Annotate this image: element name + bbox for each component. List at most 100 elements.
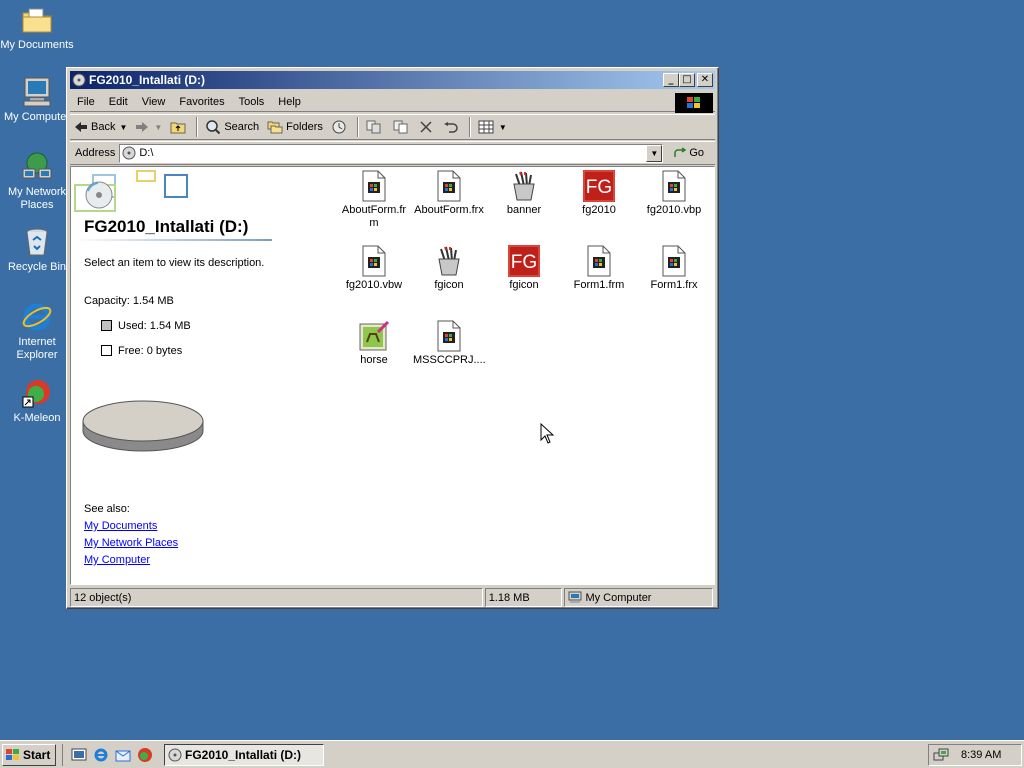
- svg-text:FG: FG: [586, 177, 612, 198]
- go-button[interactable]: Go: [673, 147, 704, 159]
- outlook-express-icon[interactable]: [115, 747, 131, 763]
- menu-view[interactable]: View: [135, 96, 173, 108]
- address-dropdown-button[interactable]: ▼: [646, 144, 663, 162]
- recycle-bin-icon: [26, 228, 48, 256]
- desktop-icon-internet-explorer[interactable]: Internet Explorer: [0, 301, 74, 362]
- folder-documents-icon: [22, 8, 52, 33]
- clock[interactable]: 8:39 AM: [961, 749, 1001, 761]
- file-item[interactable]: FG fgicon: [488, 245, 560, 292]
- file-item[interactable]: fg2010.vbp: [638, 170, 710, 217]
- status-bar: 12 object(s) 1.18 MB My Computer: [70, 588, 715, 607]
- paint-bucket-icon: [438, 246, 460, 276]
- history-button[interactable]: [327, 116, 354, 138]
- see-also-label: See also:: [84, 503, 130, 515]
- move-to-button[interactable]: [362, 116, 389, 138]
- menu-file[interactable]: File: [70, 96, 102, 108]
- history-icon: [332, 120, 346, 134]
- up-folder-button[interactable]: [166, 116, 193, 138]
- k-meleon-icon[interactable]: [137, 747, 153, 763]
- search-button[interactable]: Search: [201, 116, 263, 138]
- internet-explorer-icon[interactable]: [93, 747, 109, 763]
- minimize-button[interactable]: _: [663, 73, 679, 87]
- menu-tools[interactable]: Tools: [232, 96, 272, 108]
- k-meleon-icon: [22, 380, 50, 408]
- svg-text:FG: FG: [511, 252, 537, 273]
- back-arrow-icon: [75, 122, 87, 132]
- capacity-text: Capacity: 1.54 MB: [84, 295, 174, 307]
- desktop-icon-my-network-places[interactable]: My Network Places: [0, 151, 74, 212]
- forward-arrow-icon: [136, 122, 149, 132]
- file-item[interactable]: AboutForm.fr m: [338, 170, 410, 230]
- file-item[interactable]: Form1.frm: [563, 245, 635, 292]
- menu-edit[interactable]: Edit: [102, 96, 135, 108]
- folders-button[interactable]: Folders: [263, 116, 327, 138]
- file-item[interactable]: FG fg2010: [563, 170, 635, 217]
- file-item[interactable]: fgicon: [413, 245, 485, 292]
- menu-favorites[interactable]: Favorites: [172, 96, 231, 108]
- desktop-icon-my-documents[interactable]: My Documents: [0, 4, 74, 52]
- taskbar: Start FG2010_Intallati (D:) 8:39 AM: [0, 740, 1024, 768]
- desktop-icon-k-meleon[interactable]: K-Meleon: [0, 377, 74, 425]
- show-desktop-icon[interactable]: [71, 747, 87, 763]
- views-icon: [478, 120, 494, 134]
- chevron-down-icon: ▼: [498, 122, 507, 132]
- desktop-icon-recycle-bin[interactable]: Recycle Bin: [0, 226, 74, 274]
- file-name: Form1.frm: [573, 279, 625, 291]
- computer-icon: [568, 591, 582, 603]
- delete-button[interactable]: [416, 116, 439, 138]
- internet-explorer-icon: [22, 303, 52, 331]
- vb-file-icon: [362, 245, 386, 277]
- file-name: m: [369, 217, 379, 229]
- drive-icon: [122, 146, 136, 160]
- free-text: Free: 0 bytes: [118, 345, 183, 357]
- file-item[interactable]: horse: [338, 320, 410, 367]
- folders-icon: [267, 121, 283, 134]
- file-item[interactable]: banner: [488, 170, 560, 217]
- desktop-icon-label: Internet: [18, 336, 56, 348]
- address-value: D:\: [139, 147, 154, 159]
- title-bar[interactable]: FG2010_Intallati (D:) _ □ ✕: [70, 71, 715, 89]
- network-places-icon: [22, 152, 52, 179]
- chevron-down-icon: ▼: [119, 122, 128, 132]
- file-item[interactable]: AboutForm.frx: [413, 170, 485, 217]
- file-name: AboutForm.fr: [341, 204, 407, 216]
- status-zone: My Computer: [564, 588, 713, 607]
- go-arrow-icon: [674, 147, 687, 157]
- fg-app-icon: FG: [583, 170, 615, 202]
- computer-icon: [23, 77, 51, 107]
- chevron-down-icon: ▼: [154, 122, 163, 132]
- menu-help[interactable]: Help: [271, 96, 308, 108]
- views-button[interactable]: ▼: [474, 116, 511, 138]
- copy-to-button[interactable]: [389, 116, 416, 138]
- undo-button[interactable]: [439, 116, 466, 138]
- used-legend-swatch: [101, 320, 112, 331]
- link-my-computer[interactable]: My Computer: [84, 554, 150, 566]
- close-button[interactable]: ✕: [697, 73, 713, 87]
- taskbar-window-button[interactable]: FG2010_Intallati (D:): [164, 743, 324, 766]
- file-item[interactable]: Form1.frx: [638, 245, 710, 292]
- desktop-icon-label: My Network: [7, 186, 67, 198]
- link-my-network-places[interactable]: My Network Places: [84, 537, 178, 549]
- windows-logo-icon: [6, 748, 19, 760]
- start-button[interactable]: Start: [2, 743, 56, 766]
- toolbar-separator: [196, 117, 199, 137]
- explorer-window: FG2010_Intallati (D:) _ □ ✕ File Edit Vi…: [66, 67, 719, 609]
- file-name: MSSCCPRJ....: [413, 354, 486, 366]
- address-input[interactable]: D:\ ▼: [119, 143, 664, 163]
- search-icon: [206, 120, 221, 135]
- status-zone-label: My Computer: [585, 591, 652, 604]
- link-my-documents[interactable]: My Documents: [84, 520, 157, 532]
- desktop-icon-label: Recycle Bin: [7, 261, 67, 273]
- file-name: AboutForm.frx: [414, 204, 484, 216]
- maximize-button[interactable]: □: [679, 73, 695, 87]
- up-folder-icon: [170, 122, 186, 134]
- desktop-icon-label: My Documents: [0, 39, 74, 51]
- forward-button[interactable]: ▼: [131, 116, 166, 138]
- desktop-icon-my-computer[interactable]: My Computer: [0, 76, 74, 124]
- back-button[interactable]: Back ▼: [70, 116, 131, 138]
- file-item[interactable]: MSSCCPRJ....: [413, 320, 486, 367]
- desktop-icon-label: Explorer: [16, 349, 58, 361]
- go-label: Go: [689, 147, 705, 159]
- network-tray-icon[interactable]: [933, 747, 949, 763]
- file-item[interactable]: fg2010.vbw: [338, 245, 410, 292]
